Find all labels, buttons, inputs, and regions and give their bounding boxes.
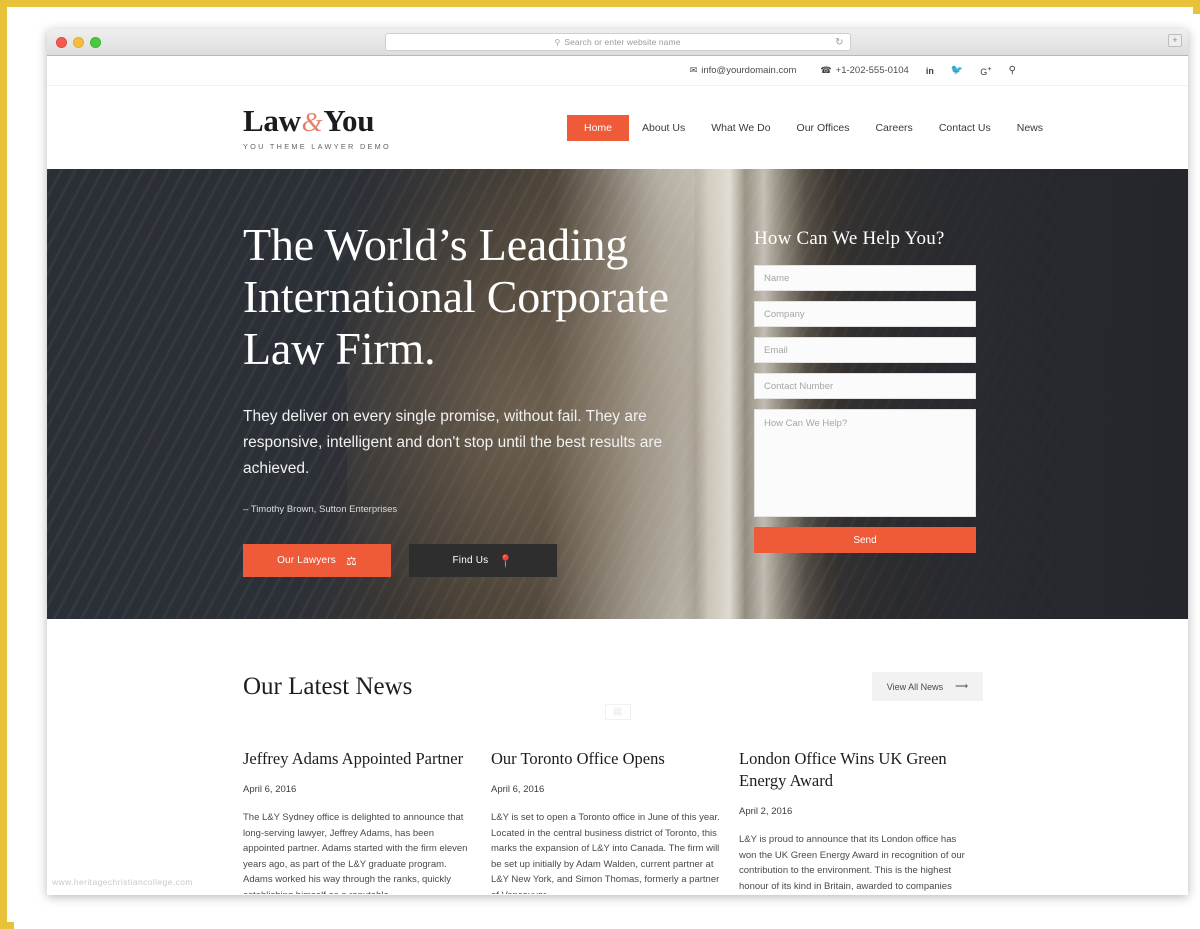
phone-text: +1-202-555-0104 bbox=[835, 65, 909, 76]
browser-window: ⚲ Search or enter website name ↻ + ✉ inf… bbox=[47, 29, 1188, 895]
news-item-date: April 2, 2016 bbox=[739, 806, 793, 817]
address-bar[interactable]: ⚲ Search or enter website name ↻ bbox=[384, 33, 851, 51]
maximize-window-button[interactable] bbox=[90, 37, 101, 48]
message-textarea[interactable] bbox=[754, 409, 976, 517]
news-section-title: Our Latest News bbox=[243, 672, 413, 700]
news-item-body: The L&Y Sydney office is delighted to an… bbox=[243, 812, 468, 894]
logo-word-law: Law bbox=[243, 102, 301, 138]
news-item-body: L&Y is set to open a Toronto office in J… bbox=[491, 812, 720, 894]
find-us-label: Find Us bbox=[452, 555, 489, 566]
logo-word-you: You bbox=[323, 102, 375, 138]
arrow-right-icon: ⟶ bbox=[955, 681, 968, 691]
news-item[interactable]: Our Toronto Office Opens April 6, 2016 L… bbox=[491, 748, 723, 894]
twitter-icon[interactable]: 🐦 bbox=[951, 65, 963, 76]
logo-tagline: YOU THEME LAWYER DEMO bbox=[243, 141, 392, 151]
hero-banner: The World’s Leading International Corpor… bbox=[47, 169, 1188, 619]
email-input[interactable] bbox=[754, 337, 976, 363]
logo-ampersand: & bbox=[301, 106, 323, 137]
main-navigation: Home About Us What We Do Our Offices Car… bbox=[567, 114, 1056, 142]
hero-attribution: – Timothy Brown, Sutton Enterprises bbox=[243, 504, 398, 515]
map-pin-icon: 📍 bbox=[498, 553, 514, 568]
view-all-news-label: View All News bbox=[886, 681, 944, 692]
phone-link[interactable]: ☎ +1-202-555-0104 bbox=[820, 65, 908, 76]
top-contact-bar: ✉ info@yourdomain.com ☎ +1-202-555-0104 … bbox=[47, 56, 1188, 86]
our-lawyers-button[interactable]: Our Lawyers ⚖ bbox=[243, 544, 391, 577]
hero-subtitle: They deliver on every single promise, wi… bbox=[243, 408, 663, 477]
hero-title: The World’s Leading International Corpor… bbox=[243, 219, 669, 374]
news-item-title: Jeffrey Adams Appointed Partner bbox=[243, 749, 464, 768]
search-icon: ⚲ bbox=[554, 37, 561, 47]
phone-icon: ☎ bbox=[820, 65, 832, 75]
nav-item-what-we-do[interactable]: What We Do bbox=[698, 114, 783, 142]
nav-item-about-us[interactable]: About Us bbox=[629, 114, 698, 142]
send-button[interactable]: Send bbox=[754, 527, 976, 553]
search-icon[interactable]: ⚲ bbox=[1009, 65, 1016, 76]
watermark: www.heritagechristiancollege.com bbox=[52, 877, 193, 887]
news-section-header: Our Latest News View All News ⟶ bbox=[243, 619, 983, 701]
reload-icon[interactable]: ↻ bbox=[835, 37, 843, 48]
email-text: info@yourdomain.com bbox=[701, 65, 797, 76]
linkedin-icon[interactable]: in bbox=[926, 66, 934, 76]
new-tab-icon[interactable]: + bbox=[1168, 34, 1182, 47]
close-window-button[interactable] bbox=[56, 37, 67, 48]
grid-icon: ▦ bbox=[604, 704, 631, 720]
envelope-icon: ✉ bbox=[689, 65, 698, 75]
hero-content: The World’s Leading International Corpor… bbox=[47, 169, 1188, 577]
address-bar-placeholder: Search or enter website name bbox=[564, 37, 681, 47]
news-item[interactable]: Jeffrey Adams Appointed Partner April 6,… bbox=[243, 748, 475, 894]
news-item-title: Our Toronto Office Opens bbox=[491, 749, 665, 768]
minimize-window-button[interactable] bbox=[73, 37, 84, 48]
latest-news-section: Our Latest News View All News ⟶ ▦ Jeffre… bbox=[47, 619, 1188, 894]
nav-item-news[interactable]: News bbox=[1004, 114, 1056, 142]
site-logo[interactable]: Law&You YOU THEME LAWYER DEMO bbox=[243, 105, 443, 151]
logo-text: Law&You bbox=[243, 105, 443, 136]
nav-item-our-offices[interactable]: Our Offices bbox=[784, 114, 863, 142]
nav-item-home[interactable]: Home bbox=[567, 114, 630, 141]
site-header: Law&You YOU THEME LAWYER DEMO Home About… bbox=[47, 86, 1188, 169]
contact-number-input[interactable] bbox=[754, 373, 976, 399]
contact-form-title: How Can We Help You? bbox=[754, 228, 945, 249]
news-item-body: L&Y is proud to announce that its London… bbox=[739, 834, 965, 892]
browser-titlebar: ⚲ Search or enter website name ↻ + bbox=[47, 29, 1188, 56]
news-item-date: April 6, 2016 bbox=[243, 784, 297, 795]
scales-of-justice-icon: ⚖ bbox=[345, 553, 357, 568]
window-controls[interactable] bbox=[56, 37, 101, 48]
frame-inner: ⚲ Search or enter website name ↻ + ✉ inf… bbox=[14, 14, 1200, 929]
page-viewport: ✉ info@yourdomain.com ☎ +1-202-555-0104 … bbox=[47, 56, 1188, 894]
news-item[interactable]: London Office Wins UK Green Energy Award… bbox=[739, 748, 971, 894]
nav-item-careers[interactable]: Careers bbox=[862, 114, 925, 142]
nav-item-contact-us[interactable]: Contact Us bbox=[926, 114, 1004, 142]
google-plus-icon[interactable]: G+ bbox=[980, 64, 991, 77]
email-link[interactable]: ✉ info@yourdomain.com bbox=[690, 65, 797, 76]
contact-form: How Can We Help You? Send bbox=[754, 219, 978, 577]
view-all-news-button[interactable]: View All News ⟶ bbox=[871, 672, 983, 701]
name-input[interactable] bbox=[754, 265, 976, 291]
find-us-button[interactable]: Find Us 📍 bbox=[409, 544, 557, 577]
news-item-title: London Office Wins UK Green Energy Award bbox=[739, 749, 947, 790]
hero-buttons: Our Lawyers ⚖ Find Us 📍 bbox=[243, 544, 743, 577]
hero-text-block: The World’s Leading International Corpor… bbox=[243, 219, 743, 577]
news-item-date: April 6, 2016 bbox=[491, 784, 545, 795]
image-frame: ⚲ Search or enter website name ↻ + ✉ inf… bbox=[0, 0, 1200, 929]
news-grid: Jeffrey Adams Appointed Partner April 6,… bbox=[243, 748, 988, 894]
our-lawyers-label: Our Lawyers bbox=[277, 555, 336, 566]
company-input[interactable] bbox=[754, 301, 976, 327]
